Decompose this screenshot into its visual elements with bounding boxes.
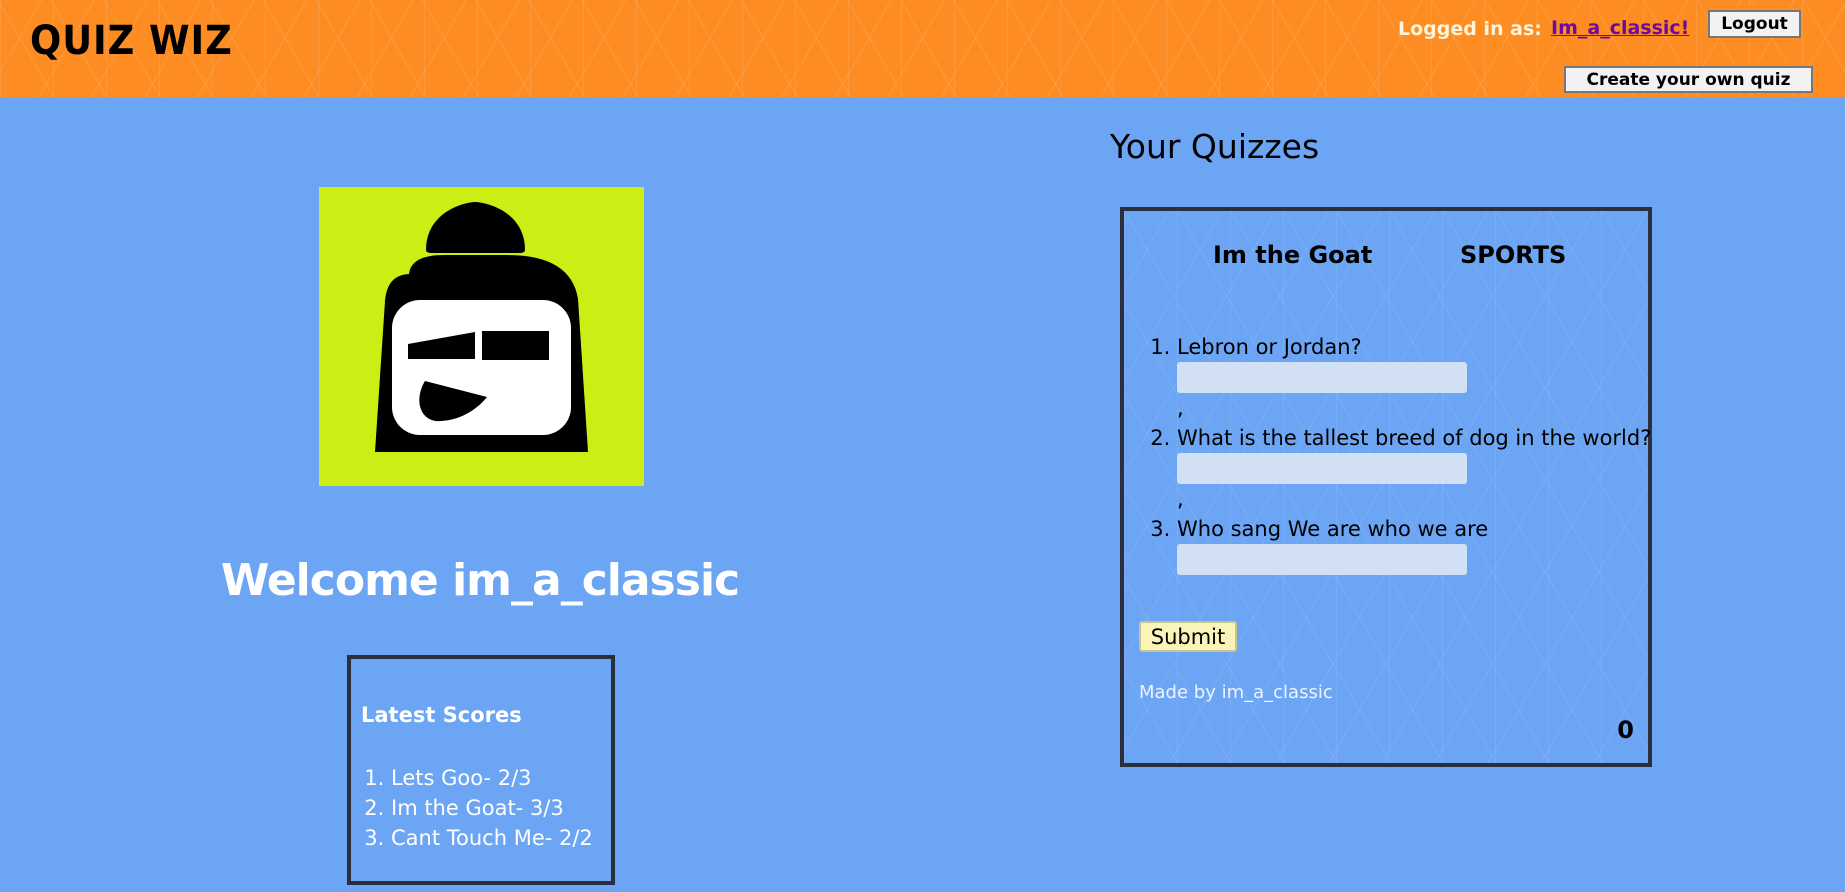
question-list: Lebron or Jordan? , What is the tallest …	[1152, 333, 1677, 575]
app-logo[interactable]: QUIZ WIZ	[30, 18, 233, 64]
top-header: QUIZ WIZ Logged in as: Im_a_classic! Log…	[0, 0, 1845, 97]
quiz-name: Im the Goat	[1213, 241, 1373, 269]
author-credit: Made by im_a_classic	[1139, 682, 1333, 703]
latest-scores-panel: Latest Scores Lets Goo- 2/3 Im the Goat-…	[347, 655, 615, 885]
question-item: Who sang We are who we are	[1177, 515, 1677, 575]
welcome-heading: Welcome im_a_classic	[220, 555, 740, 606]
quiz-card: Im the Goat SPORTS Lebron or Jordan? , W…	[1120, 207, 1652, 767]
bun-face-avatar-icon	[375, 202, 588, 452]
latest-scores-list: Lets Goo- 2/3 Im the Goat- 3/3 Cant Touc…	[365, 763, 593, 853]
answer-input[interactable]	[1177, 453, 1467, 484]
create-quiz-button[interactable]: Create your own quiz	[1564, 66, 1813, 93]
quiz-category: SPORTS	[1460, 241, 1567, 269]
logged-in-label: Logged in as:	[1398, 18, 1542, 40]
submit-button[interactable]: Submit	[1139, 621, 1237, 652]
score-item: Im the Goat- 3/3	[391, 793, 593, 823]
avatar	[319, 187, 644, 486]
question-item: What is the tallest breed of dog in the …	[1177, 424, 1677, 515]
score-item: Lets Goo- 2/3	[391, 763, 593, 793]
answer-input[interactable]	[1177, 362, 1467, 393]
quiz-count: 0	[1617, 716, 1634, 744]
score-item: Cant Touch Me- 2/2	[391, 823, 593, 853]
question-separator: ,	[1177, 396, 1184, 420]
question-item: Lebron or Jordan? ,	[1177, 333, 1677, 424]
question-separator: ,	[1177, 487, 1184, 511]
answer-input[interactable]	[1177, 544, 1467, 575]
latest-scores-title: Latest Scores	[361, 703, 522, 727]
question-text: What is the tallest breed of dog in the …	[1177, 426, 1652, 450]
your-quizzes-title: Your Quizzes	[1110, 127, 1320, 166]
logout-button[interactable]: Logout	[1708, 10, 1801, 38]
question-text: Who sang We are who we are	[1177, 517, 1489, 541]
question-text: Lebron or Jordan?	[1177, 335, 1362, 359]
username-link[interactable]: Im_a_classic!	[1551, 17, 1689, 39]
